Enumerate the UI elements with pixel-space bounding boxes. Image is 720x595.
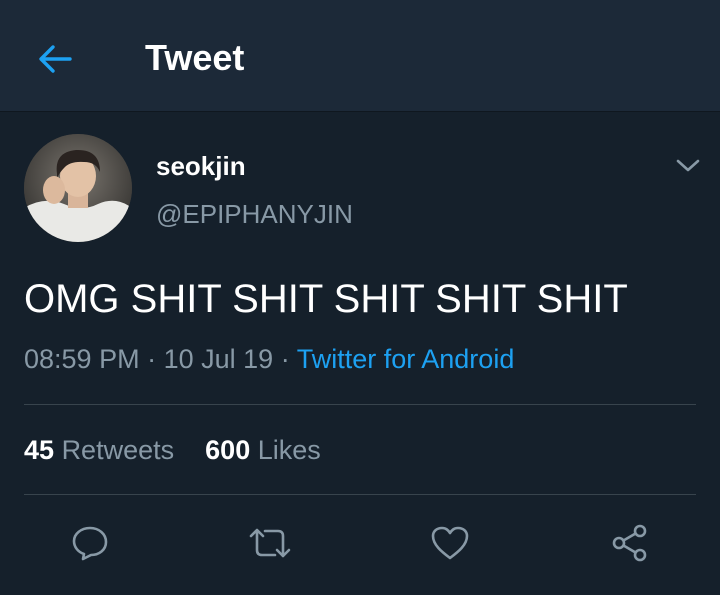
share-icon [612,524,647,562]
page-title: Tweet [145,37,245,78]
meta-separator: · [280,344,290,374]
user-handle: @EPIPHANYJIN [156,199,353,229]
display-name[interactable]: seokjin [156,150,246,182]
like-button[interactable] [422,515,478,571]
tweet-source-link[interactable]: Twitter for Android [297,344,515,374]
reply-button[interactable] [62,515,118,571]
heart-icon [431,526,469,560]
tweet-time: 08:59 PM [24,344,140,374]
share-button[interactable] [602,515,658,571]
likes-stat[interactable]: 600 Likes [205,432,321,468]
retweets-count: 45 [24,435,55,465]
meta-separator: · [147,344,157,374]
tweet-stats: 45 Retweets 600 Likes [24,432,321,468]
avatar-image [24,134,132,242]
chevron-down-icon [676,159,700,172]
divider [24,404,696,405]
reply-icon [72,526,108,561]
retweet-button[interactable] [242,515,298,571]
tweet-date: 10 Jul 19 [163,344,274,374]
more-options-button[interactable] [668,148,708,184]
divider [24,494,696,495]
tweet-text: OMG SHIT SHIT SHIT SHIT SHIT [24,277,628,321]
likes-label: Likes [257,435,321,465]
action-bar [0,515,720,571]
tweet-meta: 08:59 PM · 10 Jul 19 · Twitter for Andro… [24,342,514,376]
retweets-label: Retweets [61,435,175,465]
likes-count: 600 [205,435,251,465]
retweet-icon [249,528,291,558]
retweets-stat[interactable]: 45 Retweets [24,432,174,468]
arrow-left-icon [39,45,72,73]
back-button[interactable] [30,34,80,84]
top-bar: Tweet [0,0,720,112]
avatar[interactable] [24,134,132,242]
